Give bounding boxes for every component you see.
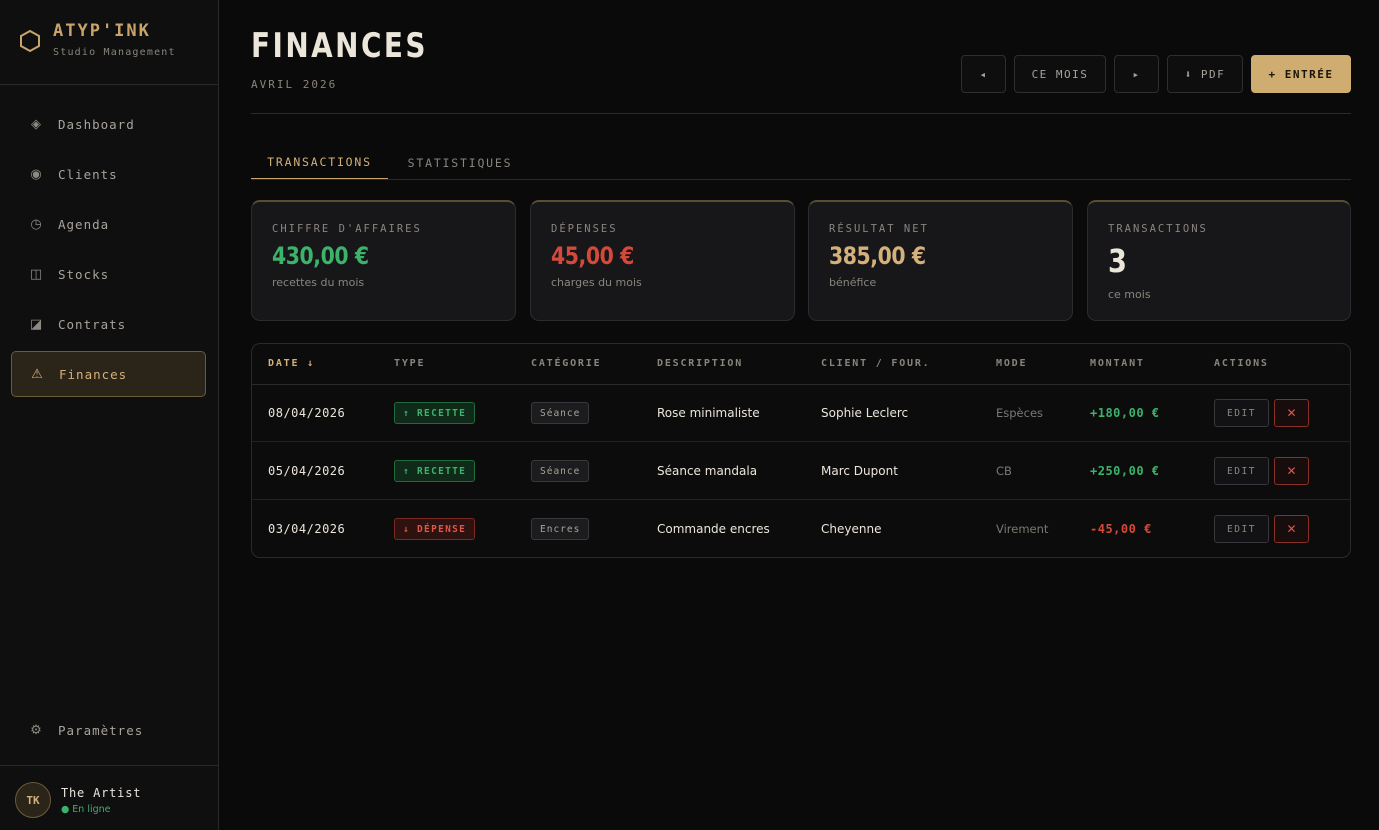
hexagon-icon (20, 29, 40, 53)
category-tag: Encres (531, 518, 590, 540)
column-header-category[interactable]: CATÉGORIE (531, 358, 601, 369)
sidebar-item-parametres[interactable]: ⚙ Paramètres (11, 707, 206, 753)
mode-cell: Virement (996, 522, 1049, 536)
half-square-icon: ◪ (29, 316, 43, 332)
delete-button[interactable]: ✕ (1274, 515, 1309, 543)
card-label: TRANSACTIONS (1108, 223, 1208, 235)
card-note: bénéfice (829, 276, 877, 289)
card-value: 3 (1108, 242, 1127, 280)
sidebar-item-stocks[interactable]: ◫ Stocks (11, 251, 206, 297)
sidebar: ATYP'INK Studio Management ◈ Dashboard ◉… (0, 0, 219, 830)
current-month-button[interactable]: CE MOIS (1014, 55, 1106, 93)
mode-cell: Espèces (996, 406, 1044, 420)
card-value: 45,00 € (551, 242, 634, 270)
card-note: charges du mois (551, 276, 642, 289)
description-cell: Rose minimaliste (657, 406, 760, 420)
sidebar-item-label: Paramètres (58, 722, 144, 738)
amount-cell: +180,00 € (1090, 406, 1160, 420)
transactions-table: DATE ↓ TYPE CATÉGORIE DESCRIPTION CLIENT… (251, 343, 1351, 558)
column-header-client[interactable]: CLIENT / FOUR. (821, 358, 931, 369)
transactions-count-card: TRANSACTIONS 3 ce mois (1087, 200, 1351, 321)
close-icon: ✕ (1286, 406, 1297, 420)
card-value: 430,00 € (272, 242, 369, 270)
client-cell: Cheyenne (821, 522, 882, 536)
card-note: ce mois (1108, 288, 1151, 301)
table-row: 03/04/2026 ↓ DÉPENSE Encres Commande enc… (252, 500, 1350, 557)
tabs-divider (251, 179, 1351, 180)
edit-button[interactable]: EDIT (1214, 399, 1269, 427)
date-cell: 03/04/2026 (268, 522, 346, 536)
date-cell: 05/04/2026 (268, 464, 346, 478)
column-header-type[interactable]: TYPE (394, 358, 425, 369)
card-label: RÉSULTAT NET (829, 223, 929, 235)
column-header-date[interactable]: DATE ↓ (268, 358, 315, 369)
user-status: ● En ligne (61, 804, 111, 815)
sidebar-item-label: Dashboard (58, 116, 135, 132)
warning-triangle-icon: ⚠ (31, 366, 43, 382)
brand: ATYP'INK Studio Management (0, 0, 218, 85)
sidebar-item-contrats[interactable]: ◪ Contrats (11, 301, 206, 347)
mode-cell: CB (996, 464, 1012, 478)
tab-statistiques[interactable]: STATISTIQUES (398, 146, 522, 180)
description-cell: Commande encres (657, 522, 770, 536)
tab-transactions[interactable]: TRANSACTIONS (251, 146, 388, 180)
amount-cell: -45,00 € (1090, 522, 1152, 536)
client-cell: Sophie Leclerc (821, 406, 909, 420)
sidebar-item-clients[interactable]: ◉ Clients (11, 151, 206, 197)
card-value: 385,00 € (829, 242, 926, 270)
sidebar-item-label: Contrats (58, 316, 127, 332)
sidebar-item-label: Stocks (58, 266, 110, 282)
export-pdf-button[interactable]: ⬇ PDF (1167, 55, 1243, 93)
table-row: 08/04/2026 ↑ RECETTE Séance Rose minimal… (252, 384, 1350, 442)
edit-button[interactable]: EDIT (1214, 515, 1269, 543)
circle-icon: ◉ (30, 166, 42, 182)
date-cell: 08/04/2026 (268, 406, 346, 420)
edit-button[interactable]: EDIT (1214, 457, 1269, 485)
next-month-button[interactable]: ▸ (1114, 55, 1159, 93)
column-header-mode[interactable]: MODE (996, 358, 1027, 369)
gear-icon: ⚙ (30, 722, 42, 738)
close-icon: ✕ (1286, 464, 1297, 478)
clock-icon: ◷ (30, 216, 42, 232)
expenses-card: DÉPENSES 45,00 € charges du mois (530, 200, 795, 321)
revenue-card: CHIFFRE D'AFFAIRES 430,00 € recettes du … (251, 200, 516, 321)
sidebar-item-dashboard[interactable]: ◈ Dashboard (11, 101, 206, 147)
card-note: recettes du mois (272, 276, 365, 289)
category-tag: Séance (531, 460, 590, 482)
avatar: TK (15, 782, 51, 818)
type-badge: ↑ RECETTE (394, 460, 476, 482)
column-header-amount[interactable]: MONTANT (1090, 358, 1145, 369)
net-result-card: RÉSULTAT NET 385,00 € bénéfice (808, 200, 1073, 321)
header-divider (251, 113, 1351, 114)
page-subtitle: AVRIL 2026 (251, 78, 338, 91)
user-name: The Artist (61, 786, 142, 800)
description-cell: Séance mandala (657, 464, 758, 478)
table-row: 05/04/2026 ↑ RECETTE Séance Séance manda… (252, 442, 1350, 500)
delete-button[interactable]: ✕ (1274, 457, 1309, 485)
sidebar-item-label: Clients (58, 166, 118, 182)
type-badge: ↑ RECETTE (394, 402, 476, 424)
user-profile[interactable]: TK The Artist ● En ligne (0, 765, 218, 830)
category-tag: Séance (531, 402, 590, 424)
column-header-actions: ACTIONS (1214, 358, 1269, 369)
brand-name: ATYP'INK (53, 21, 151, 41)
delete-button[interactable]: ✕ (1274, 399, 1309, 427)
client-cell: Marc Dupont (821, 464, 898, 478)
card-label: DÉPENSES (551, 223, 618, 235)
sidebar-item-label: Finances (59, 366, 128, 382)
sidebar-item-agenda[interactable]: ◷ Agenda (11, 201, 206, 247)
columns-icon: ◫ (29, 266, 43, 282)
column-header-description[interactable]: DESCRIPTION (657, 358, 743, 369)
page-title: FINANCES (251, 26, 428, 66)
type-badge: ↓ DÉPENSE (394, 518, 476, 540)
brand-subtitle: Studio Management (53, 47, 176, 58)
add-entry-button[interactable]: + ENTRÉE (1251, 55, 1351, 93)
amount-cell: +250,00 € (1090, 464, 1160, 478)
card-label: CHIFFRE D'AFFAIRES (272, 223, 422, 235)
previous-month-button[interactable]: ◂ (961, 55, 1006, 93)
sidebar-item-finances[interactable]: ⚠ Finances (11, 351, 206, 397)
close-icon: ✕ (1286, 522, 1297, 536)
diamond-icon: ◈ (31, 116, 41, 132)
sidebar-item-label: Agenda (58, 216, 110, 232)
